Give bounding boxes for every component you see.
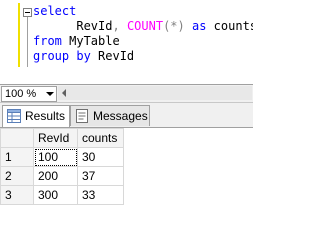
scroll-left-icon[interactable] (62, 89, 66, 97)
row-number[interactable]: 3 (0, 185, 34, 205)
collapse-icon[interactable] (23, 8, 32, 17)
code-line[interactable]: select (33, 4, 76, 19)
tab-messages-label: Messages (93, 109, 148, 123)
tab-messages[interactable]: Messages (70, 105, 150, 126)
cell-revid[interactable]: 100 (33, 147, 78, 167)
outline-fold-line (27, 17, 28, 67)
tab-results[interactable]: Results (2, 105, 70, 127)
code-token: (*) (163, 19, 185, 33)
horizontal-scrollbar[interactable] (58, 86, 252, 100)
code-token: RevId (90, 49, 135, 63)
chevron-down-icon (46, 92, 54, 96)
cell-revid[interactable]: 300 (33, 185, 78, 205)
code-token: select (33, 4, 77, 18)
cell-revid[interactable]: 200 (33, 166, 78, 186)
code-line[interactable]: group by RevId (33, 49, 134, 64)
grid-corner-cell[interactable] (0, 128, 34, 148)
cell-counts[interactable]: 30 (77, 147, 124, 167)
results-grid[interactable]: RevId counts 1 100 30 2 200 37 3 300 33 (0, 128, 253, 205)
code-token: RevId (33, 19, 113, 33)
tab-results-label: Results (25, 109, 66, 123)
code-line[interactable]: RevId, COUNT(*) as counts (33, 19, 253, 34)
messages-icon (76, 109, 88, 123)
row-number[interactable]: 1 (0, 147, 34, 167)
results-grid-icon (7, 109, 21, 123)
code-token: group (33, 49, 70, 63)
table-row[interactable]: 1 100 30 (0, 147, 124, 167)
zoom-dropdown[interactable]: 100 % (1, 86, 57, 102)
code-line[interactable]: from MyTable (33, 34, 120, 49)
change-tracking-bar (18, 3, 20, 67)
query-editor[interactable]: select RevId, COUNT(*) as counts from MyT… (0, 0, 253, 84)
code-token: by (76, 49, 91, 63)
column-header-revid[interactable]: RevId (33, 128, 78, 148)
cell-counts[interactable]: 33 (77, 185, 124, 205)
editor-status-bar: 100 % (0, 84, 253, 103)
code-token: from (33, 34, 62, 48)
results-tabstrip: Results Messages (0, 103, 253, 128)
zoom-value: 100 % (5, 88, 37, 100)
row-number[interactable]: 2 (0, 166, 34, 186)
table-row[interactable]: 2 200 37 (0, 166, 124, 186)
code-token: counts (206, 19, 253, 33)
code-token: COUNT (126, 19, 164, 33)
table-row[interactable]: 3 300 33 (0, 185, 124, 205)
code-token: MyTable (61, 34, 120, 48)
code-token: , (112, 19, 120, 33)
code-token: as (192, 19, 207, 33)
cell-counts[interactable]: 37 (77, 166, 124, 186)
column-header-counts[interactable]: counts (77, 128, 124, 148)
